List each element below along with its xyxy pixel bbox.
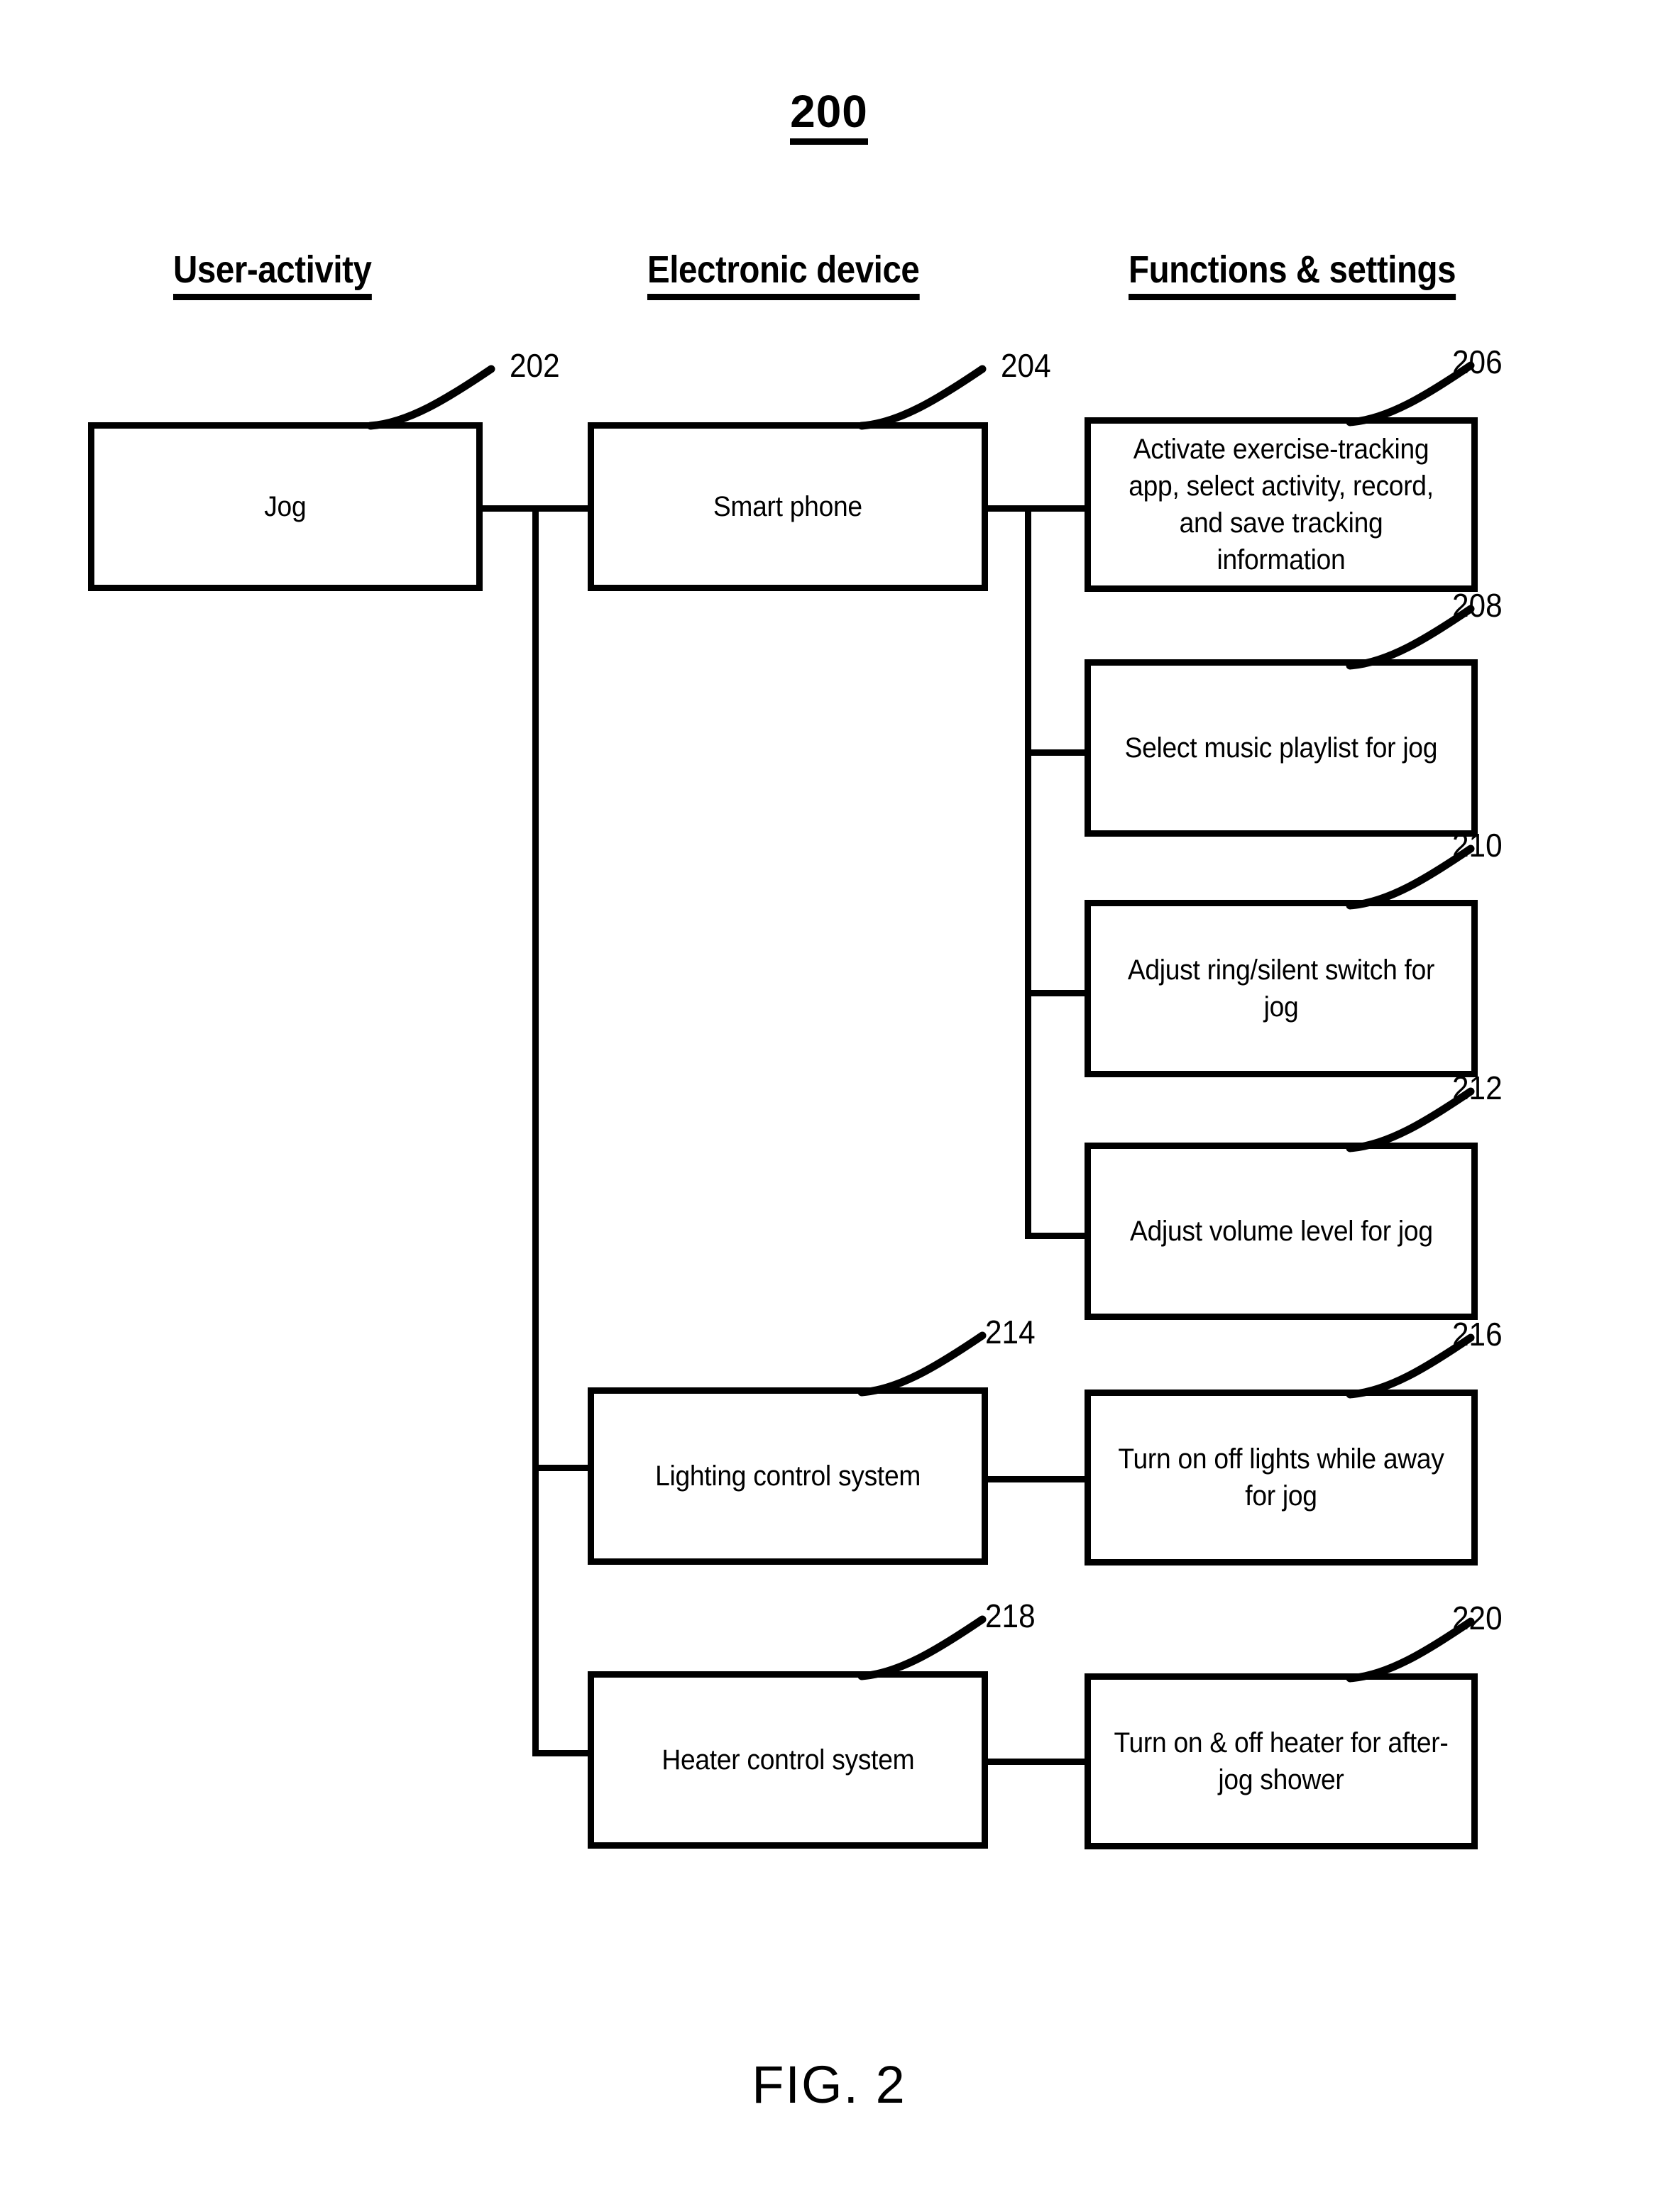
column-header-functions-settings: Functions & settings (1129, 250, 1456, 300)
node-216-label: Turn on off lights while away for jog (1118, 1443, 1444, 1512)
ref-numeral-220: 220 (1452, 1600, 1503, 1636)
node-218-label: Heater control system (661, 1744, 914, 1776)
ref-numeral-202: 202 (510, 347, 560, 384)
node-216-lights-while-away[interactable]: Turn on off lights while away for jog (1085, 1390, 1478, 1566)
leader-line-202 (366, 355, 497, 430)
node-220-heater-after-jog[interactable]: Turn on & off heater for after-jog showe… (1085, 1673, 1478, 1849)
connector-218-to-220 (982, 1759, 1090, 1765)
connector-jog-to-bus (477, 505, 541, 512)
connector-bus-to-heater (532, 1750, 593, 1756)
node-202-label: Jog (264, 491, 307, 522)
ref-numeral-206: 206 (1452, 343, 1503, 380)
node-220-label: Turn on & off heater for after-jog showe… (1114, 1727, 1449, 1795)
node-202-jog[interactable]: Jog (88, 422, 483, 591)
connector-214-to-216 (982, 1476, 1090, 1482)
node-212-volume-level[interactable]: Adjust volume level for jog (1085, 1143, 1478, 1320)
connector-bus-to-210 (1025, 990, 1090, 996)
ref-numeral-216: 216 (1452, 1316, 1503, 1353)
ref-numeral-204: 204 (1001, 347, 1051, 384)
node-210-label: Adjust ring/silent switch for jog (1127, 954, 1435, 1023)
connector-bus-to-212 (1025, 1233, 1090, 1239)
connector-bus-to-208 (1025, 749, 1090, 756)
connector-left-bus (532, 505, 539, 1756)
node-206-exercise-tracking[interactable]: Activate exercise-tracking app, select a… (1085, 417, 1478, 592)
node-204-label: Smart phone (713, 491, 862, 522)
node-208-label: Select music playlist for jog (1124, 732, 1438, 764)
figure-number: 200 (0, 85, 1658, 145)
node-206-label: Activate exercise-tracking app, select a… (1129, 434, 1434, 576)
column-header-electronic-device: Electronic device (647, 250, 920, 300)
node-212-label: Adjust volume level for jog (1129, 1216, 1433, 1247)
node-204-smart-phone[interactable]: Smart phone (588, 422, 988, 591)
ref-numeral-218: 218 (985, 1597, 1036, 1634)
figure-canvas: 200 User-activity Electronic device Func… (0, 0, 1658, 2212)
ref-numeral-208: 208 (1452, 587, 1503, 624)
ref-numeral-212: 212 (1452, 1069, 1503, 1106)
node-214-lighting-control-system[interactable]: Lighting control system (588, 1387, 988, 1565)
figure-number-text: 200 (790, 87, 868, 145)
figure-caption: FIG. 2 (752, 2055, 906, 2114)
node-208-music-playlist[interactable]: Select music playlist for jog (1085, 659, 1478, 837)
connector-right-bus (1025, 505, 1031, 1239)
node-218-heater-control-system[interactable]: Heater control system (588, 1671, 988, 1849)
node-214-label: Lighting control system (654, 1460, 921, 1492)
leader-line-204 (857, 355, 988, 430)
column-header-user-activity-label: User-activity (173, 250, 372, 300)
connector-bus-to-206 (1025, 505, 1090, 512)
connector-bus-to-smartphone (532, 505, 593, 512)
ref-numeral-214: 214 (985, 1314, 1036, 1350)
leader-line-214 (857, 1321, 988, 1397)
column-header-electronic-device-label: Electronic device (647, 250, 920, 300)
connector-bus-to-lighting (532, 1465, 593, 1471)
ref-numeral-210: 210 (1452, 827, 1503, 864)
leader-line-218 (857, 1605, 988, 1680)
column-header-functions-settings-label: Functions & settings (1129, 250, 1456, 300)
column-header-user-activity: User-activity (173, 250, 372, 300)
node-210-ring-silent-switch[interactable]: Adjust ring/silent switch for jog (1085, 900, 1478, 1077)
